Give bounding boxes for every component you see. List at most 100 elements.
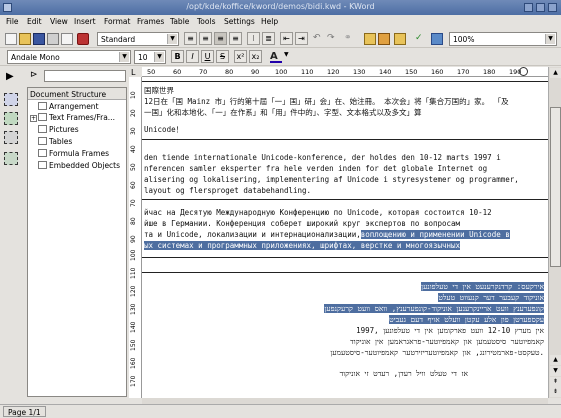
select-tool-icon[interactable]: ▶ <box>6 71 14 82</box>
subscript-button[interactable]: x₂ <box>249 50 262 63</box>
new-document-icon[interactable] <box>5 33 17 45</box>
picture-tool-icon[interactable] <box>4 112 18 125</box>
font-size-select[interactable]: 10 ▼ <box>134 50 166 64</box>
ruler-tick: 140 <box>379 68 392 76</box>
menu-tools[interactable]: Tools <box>197 17 215 26</box>
chevron-down-icon[interactable]: ▼ <box>284 51 296 63</box>
selected-text: אירקעס: קרדנקרענעט אין די טעלפונען <box>421 282 544 291</box>
text-color-icon[interactable]: A <box>270 51 282 63</box>
cut-icon[interactable] <box>77 33 89 45</box>
paste-icon[interactable] <box>378 33 390 45</box>
text-frame-tool-icon[interactable] <box>4 93 18 106</box>
vertical-scrollbar[interactable]: ▲ ▲ ▼ ⇞ ⇟ <box>548 67 561 398</box>
align-left-button[interactable]: ≡ <box>184 32 197 45</box>
zoom-icon[interactable] <box>431 33 443 45</box>
text-line: 国際世界 <box>144 86 174 95</box>
menu-frames[interactable]: Frames <box>137 17 164 26</box>
link-icon[interactable]: ⚭ <box>344 33 356 45</box>
undo-icon[interactable]: ↶ <box>313 33 325 45</box>
menu-file[interactable]: File <box>6 17 19 26</box>
tree-item-tables[interactable]: Tables <box>38 137 72 148</box>
font-select-value: Andale Mono <box>11 53 60 62</box>
print-preview-icon[interactable] <box>61 33 73 45</box>
tree-item-label: Pictures <box>49 125 79 134</box>
bold-button[interactable]: B <box>171 50 184 63</box>
open-folder-icon[interactable] <box>19 33 31 45</box>
menu-bar: File Edit View Insert Format Frames Tabl… <box>0 15 561 29</box>
page-up-icon[interactable]: ⇞ <box>550 377 561 387</box>
formula-tool-icon[interactable] <box>4 152 18 165</box>
scroll-thumb[interactable] <box>550 107 561 267</box>
tree-item-arrangement[interactable]: Arrangement <box>38 102 99 113</box>
tree-item-embedded-objects[interactable]: Embedded Objects <box>38 161 120 172</box>
bullet-list-button[interactable]: ⁝ <box>247 32 260 45</box>
text-line: 12日在「国 Mainz 市」行的第十屆「一」国」研」会」在、始注冊。 本次会」… <box>144 97 509 106</box>
strikeout-button[interactable]: S <box>216 50 229 63</box>
chevron-down-icon: ▼ <box>154 52 164 62</box>
tab-stop-icon[interactable]: L <box>131 68 135 77</box>
menu-table[interactable]: Table <box>170 17 189 26</box>
page-down-icon[interactable]: ⇟ <box>550 387 561 397</box>
close-icon[interactable] <box>548 3 557 12</box>
ruler-tick: 140 <box>130 321 137 333</box>
ruler-tick: 100 <box>130 249 137 261</box>
menu-insert[interactable]: Insert <box>74 17 96 26</box>
find-icon[interactable] <box>394 33 406 45</box>
align-center-button[interactable]: ≡ <box>199 32 212 45</box>
font-select[interactable]: Andale Mono ▼ <box>7 50 131 64</box>
horizontal-ruler[interactable]: 50 60 70 80 90 100 110 120 130 140 150 1… <box>142 67 548 77</box>
text-line: אז די טעלט וויל רעדן, רעדט זי אוניקוד <box>339 369 468 378</box>
tree-item-pictures[interactable]: Pictures <box>38 125 79 136</box>
ruler-tick: 110 <box>130 267 137 279</box>
minimize-icon[interactable] <box>524 3 533 12</box>
frame-border <box>142 139 548 140</box>
selected-text: קונפערענץ וועט אריינקרענען אוניקוד-קונפע… <box>324 304 544 313</box>
print-icon[interactable] <box>47 33 59 45</box>
redo-icon[interactable]: ↷ <box>327 33 339 45</box>
scroll-up-icon[interactable]: ▲ <box>550 68 561 78</box>
embedded-objects-icon <box>38 161 47 169</box>
maximize-icon[interactable] <box>536 3 545 12</box>
search-input[interactable] <box>44 70 126 82</box>
ruler-tick: 90 <box>251 68 260 76</box>
selected-text: אוניקוד קעבער דער קנעווט טעלט <box>438 293 544 302</box>
copy-icon[interactable] <box>364 33 376 45</box>
zoom-select[interactable]: 100% ▼ <box>449 32 557 46</box>
ruler-tick: 150 <box>130 339 137 351</box>
frame-border <box>142 272 548 273</box>
save-icon[interactable] <box>33 33 45 45</box>
menu-edit[interactable]: Edit <box>27 17 42 26</box>
tree-item-text-frames[interactable]: Text Frames/Fra... <box>38 113 115 124</box>
decrease-indent-button[interactable]: ⇤ <box>280 32 293 45</box>
ruler-tick: 60 <box>173 68 182 76</box>
menu-format[interactable]: Format <box>104 17 130 26</box>
style-select[interactable]: Standard ▼ <box>97 32 179 46</box>
superscript-button[interactable]: x² <box>234 50 247 63</box>
scroll-down-icon[interactable]: ▼ <box>550 366 561 376</box>
tree-item-label: Tables <box>49 137 73 146</box>
indent-marker-icon[interactable] <box>519 67 528 76</box>
align-justify-button[interactable]: ≡ <box>229 32 242 45</box>
table-tool-icon[interactable] <box>4 131 18 144</box>
expand-icon[interactable]: + <box>30 115 37 122</box>
menu-view[interactable]: View <box>50 17 68 26</box>
tree-header[interactable]: Document Structure <box>28 88 126 100</box>
menu-help[interactable]: Help <box>261 17 278 26</box>
format-toolbar: Andale Mono ▼ 10 ▼ B I U S x² x₂ A ▼ <box>0 48 561 66</box>
frame-border <box>142 81 548 82</box>
ruler-tick: 90 <box>130 235 137 243</box>
increase-indent-button[interactable]: ⇥ <box>295 32 308 45</box>
selected-text: עקספערטן פון אלע עקטן וועלט אויף דעם געב… <box>389 315 544 324</box>
menu-settings[interactable]: Settings <box>224 17 255 26</box>
vertical-ruler[interactable]: 10 20 30 40 50 60 70 80 90 100 110 120 1… <box>129 77 142 398</box>
underline-button[interactable]: U <box>201 50 214 63</box>
document-canvas[interactable]: 国際世界 12日在「国 Mainz 市」行的第十屆「一」国」研」会」在、始注冊。… <box>142 77 548 398</box>
scroll-up-icon[interactable]: ▲ <box>550 355 561 365</box>
italic-button[interactable]: I <box>186 50 199 63</box>
spellcheck-icon[interactable]: ✓ <box>415 33 427 45</box>
window-menu-icon[interactable] <box>3 3 12 12</box>
align-right-button[interactable]: ≡ <box>214 32 227 45</box>
numbered-list-button[interactable]: ≣ <box>262 32 275 45</box>
tree-item-formula-frames[interactable]: Formula Frames <box>38 149 109 160</box>
selected-text: ых системах и программных приложениях, ш… <box>144 241 461 250</box>
